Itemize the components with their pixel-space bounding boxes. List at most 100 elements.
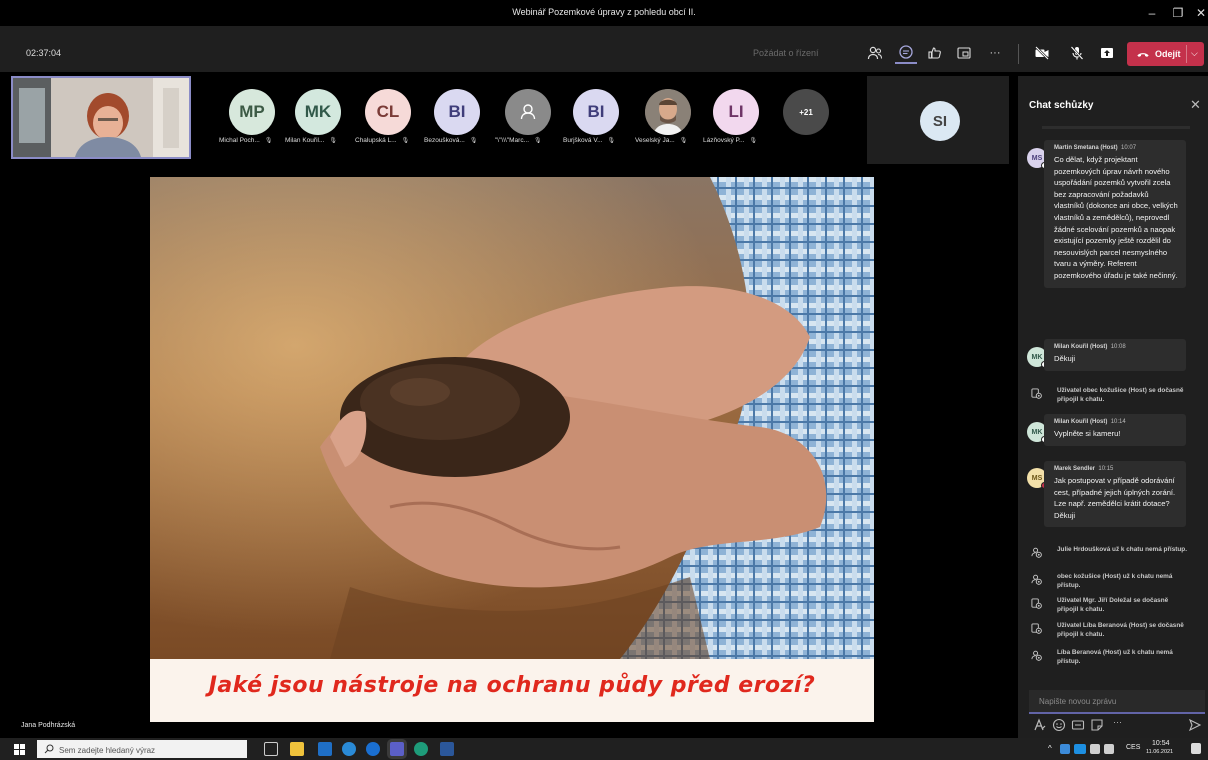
camera-off-icon[interactable] [1031, 42, 1053, 64]
edge-legacy-icon[interactable] [342, 742, 356, 756]
format-icon[interactable] [1033, 718, 1047, 732]
person-removed-icon [1031, 574, 1042, 585]
input-language[interactable]: CES [1126, 744, 1140, 751]
leave-divider [1186, 45, 1187, 63]
more-participants-button[interactable]: +21 [783, 89, 829, 135]
meeting-control-bar: 02:37:04 Požádat o řízení ··· Odejít ⌵ [0, 26, 1208, 72]
participant-avatar[interactable]: BI [434, 89, 480, 135]
mic-muted-icon[interactable] [1066, 42, 1088, 64]
word-icon[interactable] [440, 742, 454, 756]
participant-name: Milan Kouřil... 🎙 [285, 137, 337, 144]
participant-initials: CL [376, 102, 400, 121]
participants-icon[interactable] [864, 42, 886, 64]
message-author: Martin Smetana (Host) [1054, 145, 1118, 151]
message-time: 10:08 [1110, 344, 1126, 350]
phone-icon [1137, 53, 1149, 57]
notifications-icon[interactable] [1191, 743, 1201, 754]
shared-slide: Jaké jsou nástroje na ochranu půdy před … [150, 177, 874, 722]
task-view-icon[interactable] [264, 742, 278, 756]
chat-message[interactable]: Milan Kouřil (Host) 10:08 Děkuji [1044, 339, 1186, 371]
chat-icon[interactable] [895, 42, 917, 64]
participant-name: Lázňovský P... 🎙 [703, 137, 758, 144]
chat-panel: Chat schůzky ✕ MS Martin Smetana (Host) … [1018, 76, 1208, 738]
message-text: Jak postupovat v případě odorávání cest,… [1054, 476, 1176, 520]
more-compose-options[interactable]: ··· [1113, 717, 1122, 727]
clock-date[interactable]: 11.06.2021 [1146, 749, 1173, 755]
participant-name: Bezoušková... 🎙 [424, 137, 478, 144]
close-chat-button[interactable]: ✕ [1190, 97, 1201, 113]
chat-message[interactable]: Marek Sendler 10:15 Jak postupovat v pří… [1044, 461, 1186, 528]
participant-avatar[interactable]: MP [229, 89, 275, 135]
participant-initials: MK [304, 102, 332, 121]
participant-avatar[interactable]: BI [573, 89, 619, 135]
taskbar-search-input[interactable] [37, 741, 247, 760]
mic-muted-icon: 🎙 [264, 138, 273, 144]
mic-muted-icon: 🎙 [329, 138, 337, 144]
participant-avatar[interactable]: CL [365, 89, 411, 135]
self-video-tile[interactable] [11, 76, 191, 159]
participant-name: Michal Poch... 🎙 [219, 137, 273, 144]
chat-join-icon [1031, 388, 1042, 399]
file-explorer-icon[interactable] [290, 742, 304, 756]
message-author: Milan Kouřil (Host) [1054, 344, 1108, 350]
participant-avatar[interactable] [505, 89, 551, 135]
message-time: 10:07 [1121, 145, 1137, 151]
sticker-icon[interactable] [1090, 718, 1104, 732]
windows-start-icon[interactable] [14, 744, 25, 755]
clock-time[interactable]: 10:54 [1152, 740, 1170, 747]
edge-icon[interactable] [414, 742, 428, 756]
teams-icon[interactable] [390, 742, 404, 756]
skype-icon[interactable] [366, 742, 380, 756]
message-text: Vyplněte si kameru! [1054, 429, 1121, 438]
message-author: Milan Kouřil (Host) [1054, 419, 1108, 425]
participant-avatar[interactable]: MK [295, 89, 341, 135]
teams-meeting-window: Webinář Pozemkové úpravy z pohledu obcí … [0, 0, 1208, 760]
outlook-icon[interactable] [318, 742, 332, 756]
gif-icon[interactable] [1071, 718, 1085, 732]
volume-icon[interactable] [1104, 744, 1114, 754]
previous-message-edge [1042, 126, 1190, 129]
participant-name: "\"\\\"Marc... 🎙 [495, 137, 542, 144]
compose-input[interactable] [1029, 690, 1205, 712]
chat-join-icon [1031, 598, 1042, 609]
system-event-text: Uživatel obec kožušice (Host) se dočasně… [1057, 387, 1184, 403]
chat-title: Chat schůzky [1029, 100, 1094, 111]
onedrive-icon[interactable] [1074, 744, 1086, 754]
system-event-text: Líba Beranová (Host) už k chatu nemá pří… [1057, 649, 1173, 665]
message-time: 10:15 [1098, 466, 1114, 472]
mic-muted-icon: 🎙 [749, 138, 758, 144]
share-screen-icon[interactable] [1096, 42, 1118, 64]
request-control-button[interactable]: Požádat o řízení [753, 48, 819, 58]
device-icon[interactable] [1090, 744, 1100, 754]
close-window-button[interactable]: ✕ [1190, 4, 1208, 22]
chat-message[interactable]: Martin Smetana (Host) 10:07 Co dělat, kd… [1044, 140, 1186, 288]
participant-initials: BI [587, 102, 605, 121]
restore-button[interactable]: ❐ [1167, 4, 1189, 22]
participant-initials: MP [239, 102, 265, 121]
system-event-text: Julie Hrdoušková už k chatu nemá přístup… [1057, 546, 1187, 553]
network-icon[interactable] [1060, 744, 1070, 754]
message-author: Marek Sendler [1054, 466, 1096, 472]
participant-name: Burjšková V... 🎙 [563, 137, 616, 144]
more-actions-button[interactable]: ··· [984, 42, 1006, 64]
chat-message[interactable]: Milan Kouřil (Host) 10:14 Vyplněte si ka… [1044, 414, 1186, 446]
windows-taskbar: ^ CES 10:54 11.06.2021 [0, 738, 1208, 760]
system-event-text: Uživatel Líba Beranová (Host) se dočasně… [1057, 622, 1184, 638]
camera-feed-image [13, 78, 189, 157]
send-icon[interactable] [1188, 718, 1202, 732]
leave-button[interactable]: Odejít ⌵ [1127, 42, 1204, 66]
participant-avatar[interactable] [645, 89, 691, 135]
taskbar-search[interactable] [37, 740, 247, 760]
participant-avatar[interactable]: LI [713, 89, 759, 135]
chat-join-icon [1031, 623, 1042, 634]
chevron-down-icon[interactable]: ⌵ [1191, 48, 1198, 59]
minimize-button[interactable]: – [1141, 4, 1163, 22]
system-event-text: obec kožušice (Host) už k chatu nemá pří… [1057, 573, 1173, 589]
message-time: 10:14 [1110, 419, 1126, 425]
presenter-name: Jana Podhrázská [21, 722, 76, 729]
emoji-icon[interactable] [1052, 718, 1066, 732]
breakout-rooms-icon[interactable] [953, 42, 975, 64]
compose-box[interactable] [1029, 690, 1205, 714]
reactions-icon[interactable] [924, 42, 946, 64]
tray-chevron-icon[interactable]: ^ [1048, 744, 1052, 753]
